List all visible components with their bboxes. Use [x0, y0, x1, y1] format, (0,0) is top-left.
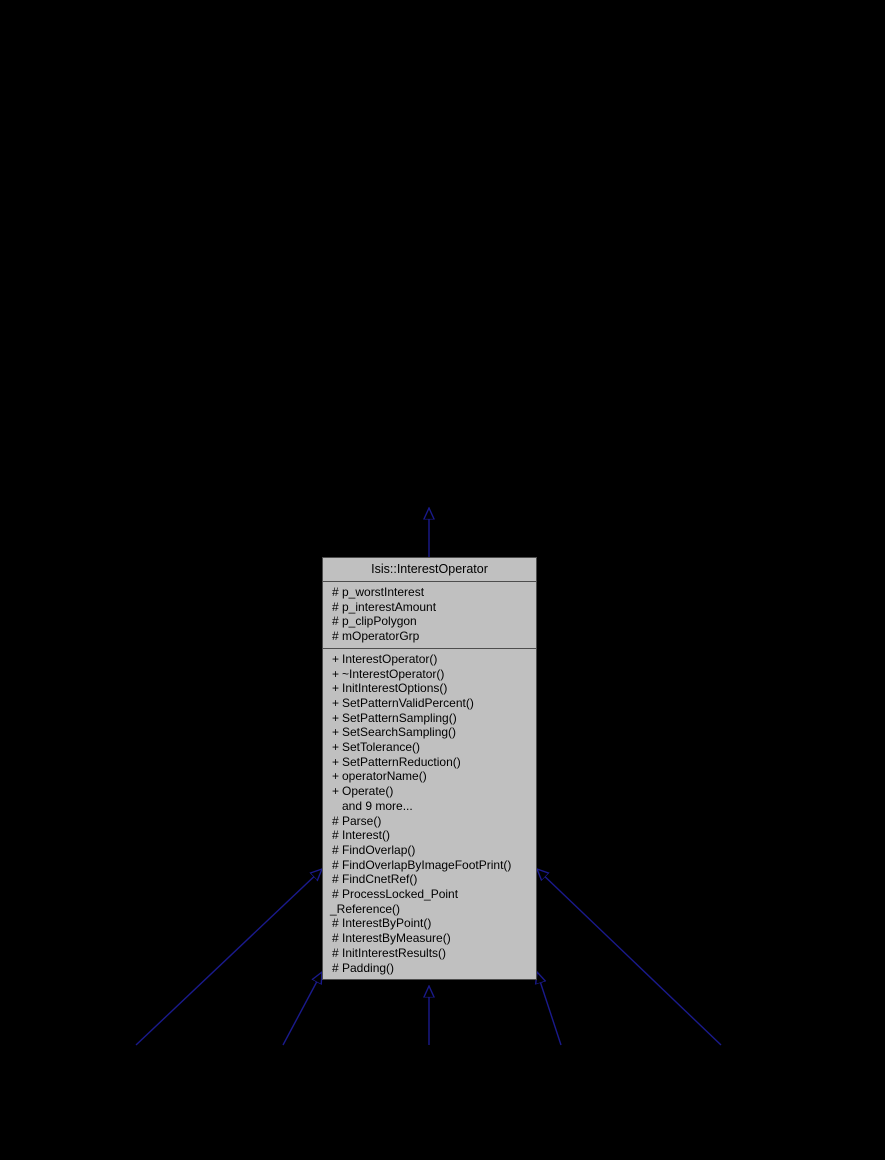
visibility-marker: +	[332, 666, 340, 681]
method-overflow-label: and 9 more...	[323, 799, 536, 814]
edge-child-near-right	[537, 972, 562, 1046]
visibility-marker: #	[332, 857, 339, 872]
visibility-marker: +	[332, 784, 340, 799]
method-name: ~InterestOperator()	[342, 666, 445, 681]
visibility-marker: +	[332, 651, 340, 666]
method-row: + SetPatternSampling()	[323, 711, 536, 726]
method-row: # ProcessLocked_Point	[323, 887, 536, 902]
visibility-marker: +	[332, 754, 340, 769]
method-name-continuation: _Reference()	[330, 901, 401, 916]
method-row: + SetTolerance()	[323, 740, 536, 755]
visibility-marker: +	[332, 769, 340, 784]
edge-child-near-left	[282, 972, 322, 1046]
attribute-name: mOperatorGrp	[342, 629, 420, 644]
visibility-marker: #	[332, 828, 339, 843]
class-node-interest-operator[interactable]: Isis::InterestOperator # p_worstInterest …	[322, 557, 537, 981]
attribute-row: # p_worstInterest	[323, 585, 536, 600]
visibility-marker: +	[332, 695, 340, 710]
method-name: InterestOperator()	[342, 651, 438, 666]
uml-class-diagram-canvas: Isis::InterestOperator # p_worstInterest …	[0, 0, 885, 1160]
method-name: FindOverlapByImageFootPrint()	[342, 857, 512, 872]
method-name: InitInterestResults()	[342, 945, 447, 960]
class-attributes-compartment: # p_worstInterest # p_interestAmount # p_cl…	[323, 582, 536, 649]
attribute-name: p_worstInterest	[342, 585, 425, 599]
visibility-marker: #	[332, 887, 339, 902]
method-row: # Interest()	[323, 828, 536, 843]
method-row: + operatorName()	[323, 769, 536, 784]
class-methods-compartment: + InterestOperator() + ~InterestOperator()…	[323, 649, 536, 979]
method-name: SetSearchSampling()	[342, 725, 457, 740]
method-name: SetPatternSampling()	[342, 710, 457, 725]
visibility-marker: #	[332, 960, 339, 975]
visibility-marker: +	[332, 725, 340, 740]
attribute-name: p_clipPolygon	[342, 614, 417, 629]
method-name: InterestByMeasure()	[342, 931, 451, 946]
method-name: Padding()	[342, 960, 395, 975]
visibility-marker: #	[332, 931, 339, 946]
method-name: Parse()	[342, 813, 382, 828]
method-name: InterestByPoint()	[342, 916, 432, 931]
method-name: FindCnetRef()	[342, 872, 418, 887]
method-row: # Parse()	[323, 814, 536, 829]
method-row: + InitInterestOptions()	[323, 681, 536, 696]
method-row: # Padding()	[323, 961, 536, 976]
method-row: # InitInterestResults()	[323, 946, 536, 961]
method-row: + Operate()	[323, 784, 536, 799]
visibility-marker: #	[332, 629, 339, 644]
visibility-marker: #	[332, 916, 339, 931]
visibility-marker: +	[332, 710, 340, 725]
visibility-marker: #	[332, 813, 339, 828]
method-name: FindOverlap()	[342, 842, 416, 857]
method-row: + SetPatternValidPercent()	[323, 696, 536, 711]
method-name: ProcessLocked_Point	[342, 887, 459, 902]
method-row: # FindOverlapByImageFootPrint()	[323, 858, 536, 873]
method-name: SetPatternReduction()	[342, 754, 461, 769]
edge-child-far-right	[537, 869, 722, 1046]
visibility-marker: #	[332, 872, 339, 887]
method-row: + ~InterestOperator()	[323, 667, 536, 682]
method-name: Interest()	[342, 828, 391, 843]
method-row: + SetSearchSampling()	[323, 725, 536, 740]
method-row: # FindOverlap()	[323, 843, 536, 858]
method-name: SetPatternValidPercent()	[342, 695, 474, 710]
visibility-marker: #	[332, 614, 339, 629]
attribute-row: # p_interestAmount	[323, 600, 536, 615]
method-name: Operate()	[342, 784, 394, 799]
attribute-name: p_interestAmount	[342, 599, 437, 614]
visibility-marker: +	[332, 681, 340, 696]
visibility-marker: #	[332, 945, 339, 960]
visibility-marker: #	[332, 599, 339, 614]
method-row: # InterestByPoint()	[323, 916, 536, 931]
attribute-row: # p_clipPolygon	[323, 614, 536, 629]
method-row: + InterestOperator()	[323, 652, 536, 667]
class-node-title: Isis::InterestOperator	[323, 558, 536, 582]
edge-child-far-left	[135, 869, 322, 1046]
visibility-marker: +	[332, 740, 340, 755]
visibility-marker: #	[332, 842, 339, 857]
method-name: InitInterestOptions()	[342, 681, 448, 696]
method-row: # FindCnetRef()	[323, 872, 536, 887]
method-row: # InterestByMeasure()	[323, 931, 536, 946]
method-row: + SetPatternReduction()	[323, 755, 536, 770]
method-name: and 9 more...	[342, 798, 413, 813]
method-name: operatorName()	[342, 769, 427, 784]
attribute-row: # mOperatorGrp	[323, 629, 536, 644]
visibility-marker: #	[332, 585, 339, 599]
method-name: SetTolerance()	[342, 740, 421, 755]
